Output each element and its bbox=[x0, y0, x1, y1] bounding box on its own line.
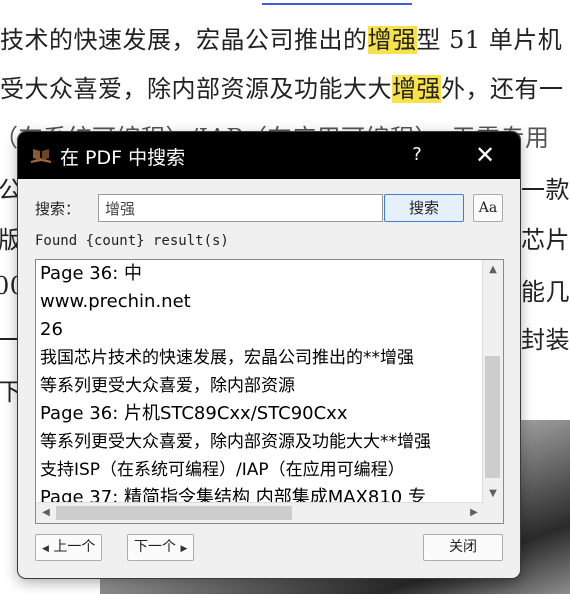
list-item[interactable]: 我国芯片技术的快速发展，宏晶公司推出的**增强 bbox=[40, 344, 480, 372]
list-item[interactable]: Page 36: 片机STC89Cxx/STC90Cxx bbox=[40, 400, 480, 428]
scroll-down-icon[interactable]: ▼ bbox=[483, 484, 503, 504]
list-item[interactable]: 支持ISP（在系统可编程）/IAP（在应用可编程） bbox=[40, 456, 480, 484]
triangle-right-icon: ▶ bbox=[180, 544, 188, 554]
results-list[interactable]: Page 36: 中 www.prechin.net 26 我国芯片技术的快速发… bbox=[35, 259, 504, 524]
document-link[interactable] bbox=[262, 0, 412, 5]
document-fragment: 一款 bbox=[521, 176, 570, 204]
triangle-left-icon: ◀ bbox=[42, 544, 49, 554]
list-item[interactable]: 26 bbox=[40, 316, 480, 344]
search-input[interactable] bbox=[98, 194, 383, 222]
app-icon bbox=[30, 145, 52, 165]
previous-result-button[interactable]: ◀ 上一个 bbox=[35, 534, 103, 561]
close-button[interactable]: 关闭 bbox=[423, 534, 503, 561]
results-content: Page 36: 中 www.prechin.net 26 我国芯片技术的快速发… bbox=[40, 260, 480, 502]
document-fragment: 封装 bbox=[521, 326, 570, 354]
document-fragment: 芯片 bbox=[521, 226, 570, 254]
close-icon[interactable]: ✕ bbox=[470, 140, 500, 170]
help-button[interactable]: ? bbox=[402, 140, 432, 170]
horizontal-scrollbar[interactable]: ◀ ▶ bbox=[36, 502, 484, 523]
search-label: 搜索： bbox=[35, 200, 81, 218]
horizontal-scroll-thumb[interactable] bbox=[56, 506, 292, 520]
dialog-titlebar[interactable]: 在 PDF 中搜索 ? ✕ bbox=[18, 132, 520, 179]
list-item[interactable]: 等系列更受大众喜爱，除内部资源 bbox=[40, 372, 480, 400]
document-line-1: 技术的快速发展，宏晶公司推出的增强型 51 单片机 S bbox=[0, 26, 570, 54]
scroll-right-icon[interactable]: ▶ bbox=[464, 503, 484, 523]
search-highlight: 增强 bbox=[367, 26, 417, 54]
document-fragment: 能几 bbox=[521, 278, 570, 306]
list-item[interactable]: Page 37: 精简指令集结构 内部集成MAX810 专 bbox=[40, 484, 480, 502]
scroll-left-icon[interactable]: ◀ bbox=[36, 503, 56, 523]
dialog-title: 在 PDF 中搜索 bbox=[60, 147, 186, 169]
scroll-up-icon[interactable]: ▲ bbox=[483, 260, 503, 280]
result-count-status: Found {count} result(s) bbox=[35, 233, 229, 249]
document-line-2: 受大众喜爱，除内部资源及功能大大增强外，还有一 bbox=[0, 75, 564, 103]
next-result-button[interactable]: 下一个 ▶ bbox=[127, 534, 195, 561]
match-case-button[interactable]: Aa bbox=[473, 194, 503, 222]
pdf-search-dialog: 在 PDF 中搜索 ? ✕ 搜索： 搜索 Aa Found {count} re… bbox=[18, 132, 520, 578]
list-item[interactable]: www.prechin.net bbox=[40, 288, 480, 316]
search-button[interactable]: 搜索 bbox=[384, 194, 464, 222]
vertical-scroll-thumb[interactable] bbox=[485, 356, 500, 478]
search-highlight: 增强 bbox=[392, 75, 441, 103]
list-item[interactable]: Page 36: 中 bbox=[40, 260, 480, 288]
scrollbar-corner bbox=[483, 503, 503, 523]
vertical-scrollbar[interactable]: ▲ ▼ bbox=[482, 260, 503, 504]
list-item[interactable]: 等系列更受大众喜爱，除内部资源及功能大大**增强 bbox=[40, 428, 480, 456]
